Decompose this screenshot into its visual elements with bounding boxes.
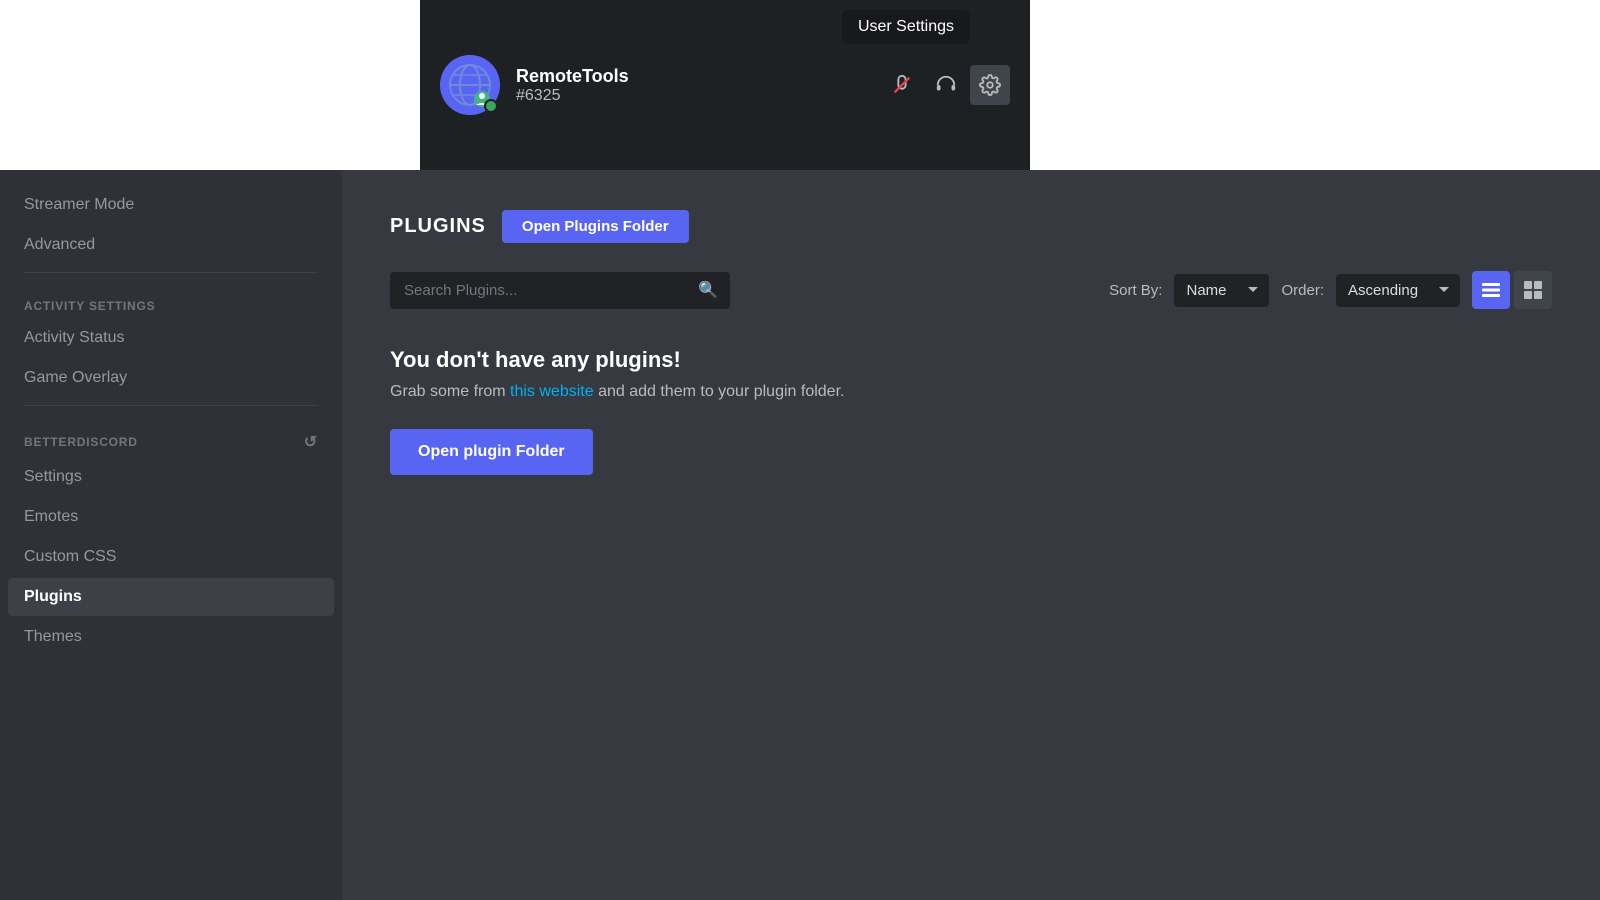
sort-controls: Sort By: Name Version Author Order: Asce… [1109,271,1552,309]
sidebar-item-streamer-mode[interactable]: Streamer Mode [8,186,334,224]
mute-button[interactable] [882,65,922,105]
sidebar-divider-2 [24,405,318,406]
empty-state: You don't have any plugins! Grab some fr… [390,337,1552,485]
plugin-header: PLUGINS Open Plugins Folder [390,210,1552,243]
activity-settings-header: ACTIVITY SETTINGS [8,281,334,319]
top-bar: User Settings RemoteT [0,0,1600,170]
plugin-area: PLUGINS Open Plugins Folder 🔍 Sort By: N… [342,170,1600,900]
username: RemoteTools [516,66,866,87]
search-sort-row: 🔍 Sort By: Name Version Author Order: As… [390,271,1552,309]
user-card: User Settings RemoteT [420,0,1030,170]
empty-desc: Grab some from this website and add them… [390,383,1552,401]
main-content: Streamer Mode Advanced ACTIVITY SETTINGS… [0,170,1600,900]
betterdiscord-header: BETTERDISCORD ↺ [8,414,334,458]
sidebar-item-bd-settings[interactable]: Settings [8,458,334,496]
user-settings-button[interactable] [970,65,1010,105]
order-label: Order: [1281,282,1324,299]
sidebar: Streamer Mode Advanced ACTIVITY SETTINGS… [0,170,342,900]
avatar-status [484,99,498,113]
plugin-title: PLUGINS [390,215,486,238]
discriminator: #6325 [516,87,866,105]
sidebar-item-bd-themes[interactable]: Themes [8,618,334,656]
list-view-button[interactable] [1472,271,1510,309]
open-plugin-folder-button[interactable]: Open plugin Folder [390,429,593,475]
sidebar-item-game-overlay[interactable]: Game Overlay [8,359,334,397]
sort-by-label: Sort By: [1109,282,1162,299]
user-info: RemoteTools #6325 [516,66,866,105]
open-plugins-folder-button[interactable]: Open Plugins Folder [502,210,689,243]
user-settings-tooltip: User Settings [842,10,970,44]
order-select[interactable]: Ascending Descending [1336,274,1460,307]
search-icon: 🔍 [698,280,718,300]
sort-by-select[interactable]: Name Version Author [1174,274,1269,307]
sidebar-divider-1 [24,272,318,273]
view-toggle [1472,271,1552,309]
sidebar-item-bd-plugins[interactable]: Plugins [8,578,334,616]
sidebar-item-bd-custom-css[interactable]: Custom CSS [8,538,334,576]
grid-view-button[interactable] [1514,271,1552,309]
sidebar-item-activity-status[interactable]: Activity Status [8,319,334,357]
bd-header-icon: ↺ [304,432,318,452]
sidebar-item-bd-emotes[interactable]: Emotes [8,498,334,536]
sidebar-item-advanced[interactable]: Advanced [8,226,334,264]
search-input[interactable] [390,272,730,309]
user-controls [882,65,1010,105]
search-container: 🔍 [390,272,730,309]
empty-title: You don't have any plugins! [390,347,1552,373]
headset-button[interactable] [926,65,966,105]
this-website-link[interactable]: this website [510,383,594,400]
avatar-container [440,55,500,115]
